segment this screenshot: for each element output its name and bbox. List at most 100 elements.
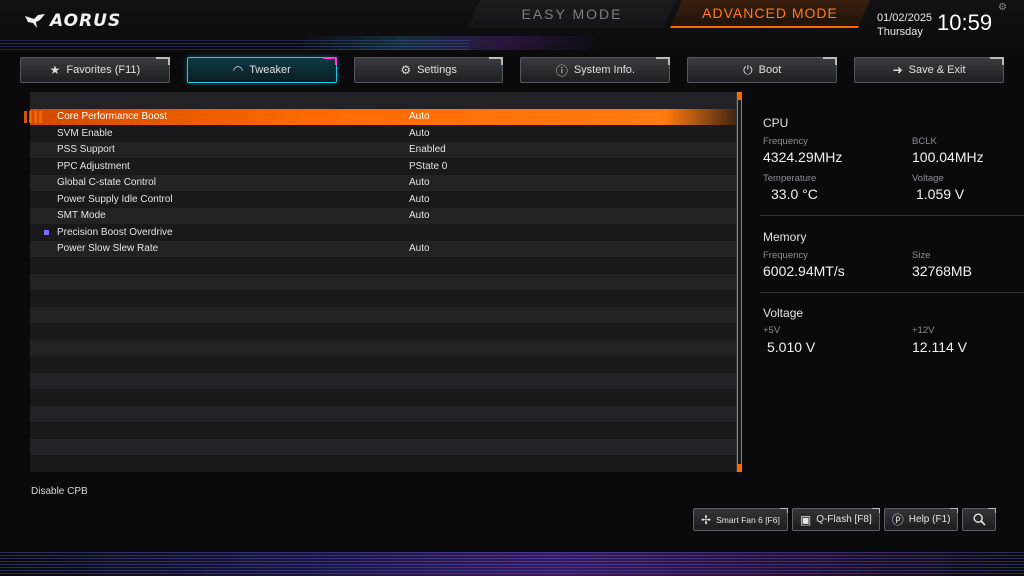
setting-value[interactable]: PState 0	[409, 161, 447, 172]
setting-name: PPC Adjustment	[57, 160, 130, 172]
easy-mode-button[interactable]: EASY MODE	[468, 0, 676, 28]
advanced-mode-button[interactable]: ADVANCED MODE	[670, 0, 870, 28]
date: 01/02/2025	[877, 12, 933, 24]
empty-row	[30, 257, 736, 274]
cpu-frequency-label: Frequency	[763, 136, 808, 147]
empty-row	[30, 306, 736, 323]
tab-label: Save & Exit	[908, 64, 966, 76]
search-button[interactable]	[962, 508, 997, 531]
tab-save-exit[interactable]: ➜ Save & Exit	[854, 57, 1004, 83]
setting-smt-mode[interactable]: SMT Mode Auto	[30, 207, 736, 224]
empty-row	[30, 323, 736, 340]
button-label: Help (F1)	[908, 514, 951, 525]
gear-icon: ⚙	[400, 63, 412, 77]
tab-system-info[interactable]: ⓘ System Info.	[520, 57, 671, 83]
memory-size-label: Size	[912, 250, 931, 261]
setting-name: Precision Boost Overdrive	[57, 226, 173, 238]
empty-row	[30, 389, 736, 406]
search-icon	[973, 513, 986, 526]
help-button[interactable]: ⓟ Help (F1)	[883, 508, 959, 531]
tab-label: Favorites (F11)	[66, 64, 141, 76]
tab-favorites[interactable]: ★ Favorites (F11)	[20, 57, 170, 83]
voltage-12v: 12.114 V	[912, 339, 968, 355]
voltage-5v: 5.010 V	[767, 339, 816, 355]
setting-value[interactable]: Enabled	[409, 144, 446, 155]
list-header-spacer	[30, 92, 736, 109]
setting-name: SVM Enable	[57, 127, 113, 139]
panel-divider	[760, 215, 1024, 216]
setting-value[interactable]: Auto	[409, 177, 430, 188]
aorus-logo: AORUS	[24, 11, 121, 31]
tab-label: System Info.	[573, 64, 635, 76]
empty-row	[30, 405, 736, 422]
memory-title: Memory	[763, 230, 807, 244]
setting-name: PSS Support	[57, 144, 115, 156]
list-scrollbar[interactable]	[736, 92, 742, 472]
help-icon: ⓟ	[891, 513, 904, 527]
tab-label: Settings	[417, 64, 457, 76]
empty-row	[30, 356, 736, 373]
gauge-icon: ◠	[232, 63, 244, 77]
empty-row	[30, 290, 736, 307]
cpu-voltage-label: Voltage	[912, 173, 944, 184]
empty-row	[30, 339, 736, 356]
setting-name: SMT Mode	[57, 210, 106, 222]
setting-global-c-state-control[interactable]: Global C-state Control Auto	[30, 174, 736, 191]
panel-divider	[760, 292, 1024, 293]
tab-tweaker[interactable]: ◠ Tweaker	[186, 57, 337, 83]
setting-ppc-adjustment[interactable]: PPC Adjustment PState 0	[30, 158, 736, 175]
setting-value[interactable]: Auto	[409, 111, 430, 122]
setting-value[interactable]: Auto	[409, 128, 430, 139]
setting-core-performance-boost[interactable]: Core Performance Boost Auto	[24, 108, 736, 125]
top-glow-decoration	[300, 36, 600, 50]
empty-row	[30, 422, 736, 439]
smart-fan-button[interactable]: ✢ Smart Fan 6 [F6]	[693, 508, 788, 531]
setting-svm-enable[interactable]: SVM Enable Auto	[30, 125, 736, 142]
tab-boot[interactable]: ⏻ Boot	[687, 57, 838, 83]
clock: 10:59	[937, 10, 993, 35]
q-flash-button[interactable]: ▣ Q-Flash [F8]	[791, 508, 880, 531]
memory-frequency: 6002.94MT/s	[763, 263, 845, 279]
memory-size: 32768MB	[912, 263, 972, 279]
cpu-temperature: 33.0 °C	[771, 186, 818, 202]
voltage-title: Voltage	[763, 306, 804, 320]
date-display: 01/02/2025 Thursday	[877, 11, 932, 39]
scroll-down-icon[interactable]	[737, 464, 742, 472]
empty-row	[30, 273, 736, 290]
voltage-12v-label: +12V	[912, 325, 935, 336]
bclk-label: BCLK	[912, 136, 937, 147]
setting-power-supply-idle-control[interactable]: Power Supply Idle Control Auto	[30, 191, 736, 208]
submenu-precision-boost-overdrive[interactable]: Precision Boost Overdrive	[30, 224, 736, 241]
bottom-toolbar: ✢ Smart Fan 6 [F6] ▣ Q-Flash [F8] ⓟ Help…	[693, 508, 997, 531]
setting-name: Power Supply Idle Control	[57, 193, 173, 205]
setting-name: Core Performance Boost	[57, 111, 168, 123]
exit-icon: ➜	[892, 63, 903, 77]
tab-label: Tweaker	[249, 64, 291, 76]
setting-name: Global C-state Control	[57, 177, 156, 189]
selection-arrow-icon	[24, 110, 44, 123]
empty-row	[30, 438, 736, 455]
info-icon: ⓘ	[555, 63, 568, 78]
button-label: Q-Flash [F8]	[816, 514, 872, 525]
tab-settings[interactable]: ⚙ Settings	[353, 57, 504, 83]
help-description: Disable CPB	[31, 486, 88, 497]
setting-pss-support[interactable]: PSS Support Enabled	[30, 141, 736, 158]
settings-gear-icon[interactable]: ⚙	[998, 2, 1007, 13]
bclk-value: 100.04MHz	[912, 149, 984, 165]
setting-value[interactable]: Auto	[409, 243, 430, 254]
setting-name: Power Slow Slew Rate	[57, 243, 159, 255]
setting-power-slow-slew-rate[interactable]: Power Slow Slew Rate Auto	[30, 240, 736, 257]
setting-value[interactable]: Auto	[409, 210, 430, 221]
main-tabs: ★ Favorites (F11) ◠ Tweaker ⚙ Settings ⓘ…	[20, 57, 1004, 83]
power-icon: ⏻	[743, 62, 753, 77]
settings-list: Core Performance Boost Auto SVM Enable A…	[24, 92, 736, 472]
fan-icon: ✢	[701, 512, 712, 527]
star-folder-icon: ★	[49, 63, 61, 77]
memory-frequency-label: Frequency	[763, 250, 808, 261]
scroll-thumb[interactable]	[737, 96, 742, 468]
cpu-temperature-label: Temperature	[763, 173, 817, 184]
tab-label: Boot	[758, 64, 782, 76]
cpu-frequency: 4324.29MHz	[763, 149, 843, 165]
setting-value[interactable]: Auto	[409, 194, 430, 205]
day: Thursday	[877, 26, 923, 38]
